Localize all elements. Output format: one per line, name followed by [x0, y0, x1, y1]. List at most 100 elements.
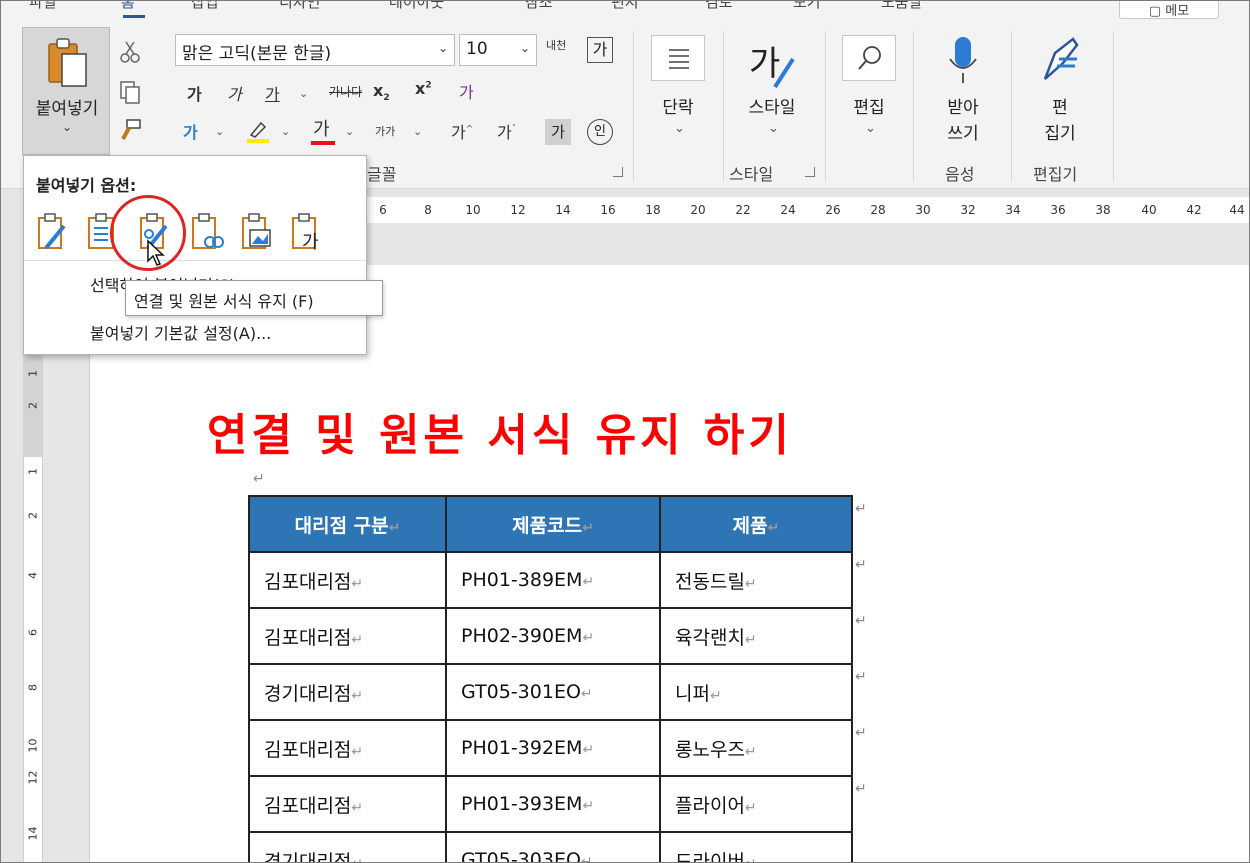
set-default-paste-item[interactable]: 붙여넣기 기본값 설정(A)...: [90, 320, 271, 344]
row-end-mark: ↵: [855, 501, 867, 517]
tab-design[interactable]: 디자인: [279, 1, 320, 12]
ruler-number: 14: [26, 826, 40, 841]
table-cell: 경기대리점↵: [248, 831, 447, 862]
ruler-number: 44: [1229, 203, 1245, 217]
cut-icon[interactable]: [117, 39, 143, 65]
ruler-number: 1: [26, 468, 40, 475]
tab-layout[interactable]: 레이아웃: [389, 1, 444, 12]
microphone-icon[interactable]: [943, 33, 983, 87]
paste-label: 붙여넣기: [35, 99, 99, 119]
chevron-down-icon: ⌄: [674, 121, 685, 136]
copy-icon[interactable]: [117, 79, 143, 105]
tab-mailings[interactable]: 편지: [611, 1, 639, 12]
styles-group-label: 스타일: [729, 165, 774, 184]
bold-button[interactable]: 가: [187, 81, 202, 105]
char-border-button[interactable]: 가: [545, 119, 571, 145]
table-cell: 플라이어↵: [659, 775, 853, 833]
font-name-select[interactable]: 맑은 고딕(본문 한글) ⌄: [175, 34, 455, 66]
product-table: 대리점 구분↵ 제품코드↵ 제품↵ 김포대리점↵ PH01-389EM↵ 전동드…: [248, 495, 853, 862]
mouse-cursor-icon: [147, 239, 165, 266]
keep-source-formatting-icon[interactable]: [34, 212, 70, 252]
group-divider: [633, 31, 634, 181]
enclose-char-button[interactable]: 가: [587, 37, 613, 63]
ruler-number: 1: [26, 370, 40, 377]
tab-references[interactable]: 참조: [525, 1, 553, 12]
tab-review[interactable]: 검토: [705, 1, 733, 12]
chevron-down-icon: ⌄: [61, 120, 73, 134]
strikethrough-button[interactable]: 가나다: [329, 83, 362, 100]
highlight-icon[interactable]: [243, 117, 273, 145]
dictate-label-2: 쓰기: [947, 124, 979, 144]
enclose-circle-button[interactable]: 인: [587, 119, 613, 145]
tab-home[interactable]: 홈: [121, 1, 135, 12]
ruler-number: 26: [825, 203, 841, 217]
char-shading-button[interactable]: 가가: [375, 123, 395, 139]
ruler-number: 12: [26, 770, 40, 785]
dictate-label-1: 받아: [947, 98, 979, 118]
underline-button[interactable]: 가: [265, 81, 280, 105]
table-cell: 김포대리점↵: [248, 719, 447, 777]
ruler-number: 8: [424, 203, 432, 217]
tab-file[interactable]: 파일: [29, 1, 57, 12]
group-divider: [1113, 31, 1114, 181]
editing-button[interactable]: [842, 35, 896, 81]
grow-font-button[interactable]: 가^: [451, 119, 473, 143]
ruler-number: 40: [1141, 203, 1157, 217]
paragraph-icon: [669, 49, 689, 69]
styles-dialog-launcher-icon[interactable]: [805, 167, 815, 177]
keep-text-only-icon[interactable]: 가: [288, 212, 324, 252]
clear-format-button[interactable]: 가: [459, 79, 474, 103]
editor-pen-icon[interactable]: [1035, 33, 1085, 87]
tab-view[interactable]: 보기: [793, 1, 821, 12]
tab-help[interactable]: 도움말: [881, 1, 922, 12]
subscript-button[interactable]: x2: [373, 81, 390, 103]
document-title: 연결 및 원본 서식 유지 하기: [207, 410, 793, 461]
styles-icon[interactable]: 가: [745, 37, 801, 93]
superscript-button[interactable]: x2: [415, 79, 432, 98]
font-size-select[interactable]: 10 ⌄: [459, 34, 537, 66]
font-dialog-launcher-icon[interactable]: [613, 167, 623, 177]
italic-button[interactable]: 가: [227, 81, 242, 105]
ruler-number: 8: [26, 684, 40, 691]
paragraph-mark: ↵: [253, 471, 265, 487]
text-effects-button[interactable]: 가: [183, 119, 198, 143]
font-color-button[interactable]: 가: [313, 115, 330, 141]
ruler-number: 2: [26, 402, 40, 409]
ruler-number: 38: [1095, 203, 1111, 217]
format-painter-icon[interactable]: [117, 117, 143, 143]
font-color-bar: [311, 141, 335, 145]
chevron-down-icon[interactable]: ⌄: [215, 125, 224, 138]
ruler-number: 10: [465, 203, 481, 217]
paragraph-label: 단락: [662, 98, 694, 118]
ruler-number: 6: [379, 203, 387, 217]
ruler-number: 12: [510, 203, 526, 217]
font-group-label: 글꼴: [367, 165, 397, 184]
font-name-value: 맑은 고딕(본문 한글): [182, 44, 332, 64]
chevron-down-icon[interactable]: ⌄: [299, 87, 308, 100]
tab-insert[interactable]: 삽입: [191, 1, 219, 12]
comments-button[interactable]: ▢ 메모: [1119, 1, 1219, 19]
row-end-mark: ↵: [855, 725, 867, 741]
paragraph-button[interactable]: [651, 35, 705, 81]
row-end-mark: ↵: [855, 781, 867, 797]
editing-label: 편집: [853, 98, 885, 118]
table-cell: 김포대리점↵: [248, 551, 447, 609]
ruler-number: 18: [645, 203, 661, 217]
paste-button[interactable]: 붙여넣기 ⌄: [22, 27, 110, 155]
table-cell: 롱노우즈↵: [659, 719, 853, 777]
ruler-number: 20: [690, 203, 706, 217]
chevron-down-icon[interactable]: ⌄: [345, 125, 354, 138]
ruler-number: 16: [600, 203, 616, 217]
table-header-row: 대리점 구분↵ 제품코드↵ 제품↵: [248, 495, 853, 553]
chevron-down-icon[interactable]: ⌄: [281, 125, 290, 138]
table-cell: 육각랜치↵: [659, 607, 853, 665]
ruler-number: 24: [780, 203, 796, 217]
picture-paste-icon[interactable]: [238, 212, 274, 252]
chevron-down-icon[interactable]: ⌄: [413, 125, 422, 138]
group-divider: [1011, 31, 1012, 181]
phonetic-guide-button[interactable]: 내천: [546, 37, 566, 53]
shrink-font-button[interactable]: 가ˇ: [497, 119, 516, 143]
styles-label: 스타일: [748, 98, 796, 118]
chevron-down-icon: ⌄: [437, 41, 448, 55]
link-merge-formatting-icon[interactable]: [188, 212, 224, 252]
